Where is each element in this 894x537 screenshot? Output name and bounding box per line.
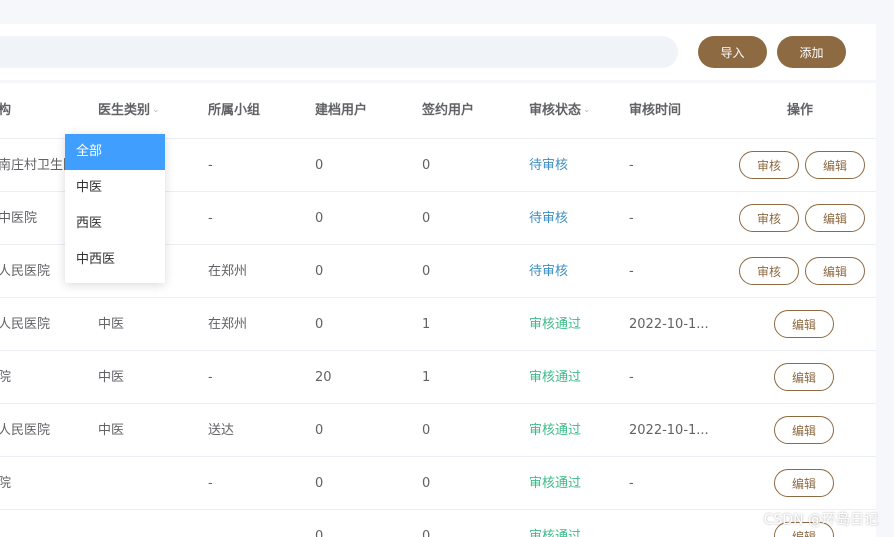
- col-review-time: 审核时间: [629, 103, 682, 118]
- cell-signed-users: 0: [422, 158, 431, 173]
- search-input[interactable]: [0, 36, 678, 68]
- table-row: 院 中医 - 20 1 审核通过 - 编辑: [0, 351, 876, 404]
- col-group: 所属小组: [208, 103, 261, 118]
- cell-group: 在郑州: [208, 317, 248, 332]
- cell-filed-users: 0: [315, 158, 324, 173]
- row-actions: 审核 编辑: [739, 204, 865, 232]
- cell-filed-users: 0: [315, 264, 324, 279]
- cell-signed-users: 0: [422, 423, 431, 438]
- edit-button[interactable]: 编辑: [774, 416, 834, 444]
- cell-review-time: 2022-10-1...: [629, 423, 709, 438]
- col-doctor-type[interactable]: 医生类别 ⌄: [98, 83, 160, 139]
- cell-filed-users: 0: [315, 529, 324, 537]
- cell-review-status: 审核通过: [529, 370, 582, 385]
- row-actions: 编辑: [774, 416, 834, 444]
- cell-review-time: -: [629, 476, 634, 491]
- cell-group: [208, 510, 308, 537]
- cell-institution: 院: [0, 476, 12, 491]
- col-institution: 构: [0, 103, 12, 118]
- cell-group: -: [208, 370, 213, 385]
- cell-review-time: -: [629, 158, 634, 173]
- col-signed-users: 签约用户: [422, 103, 475, 118]
- edit-button[interactable]: 编辑: [774, 310, 834, 338]
- cell-group: -: [208, 158, 213, 173]
- cell-group: 送达: [208, 423, 235, 438]
- col-actions: 操作: [787, 103, 814, 118]
- cell-group: 在郑州: [208, 264, 248, 279]
- cell-doctor-type: [98, 457, 198, 510]
- col-review-status[interactable]: 审核状态 ⌄: [529, 83, 591, 139]
- cell-signed-users: 1: [422, 370, 431, 385]
- cell-review-status: 待审核: [529, 264, 569, 279]
- edit-button[interactable]: 编辑: [805, 204, 865, 232]
- cell-doctor-type: 中医: [98, 423, 125, 438]
- cell-institution: [0, 510, 90, 537]
- cell-filed-users: 0: [315, 476, 324, 491]
- cell-group: -: [208, 476, 213, 491]
- col-doctor-type-label: 医生类别: [98, 103, 151, 118]
- cell-institution: 人民医院: [0, 423, 51, 438]
- edit-button[interactable]: 编辑: [774, 363, 834, 391]
- cell-filed-users: 0: [315, 317, 324, 332]
- cell-review-status: 待审核: [529, 158, 569, 173]
- cell-review-time: -: [629, 264, 634, 279]
- cell-signed-users: 0: [422, 211, 431, 226]
- table-row: 人民医院 中医 送达 0 0 审核通过 2022-10-1... 编辑: [0, 404, 876, 457]
- edit-button[interactable]: 编辑: [805, 257, 865, 285]
- watermark: CSDN @环岛日记: [763, 512, 878, 528]
- cell-signed-users: 0: [422, 476, 431, 491]
- row-actions: 编辑: [774, 363, 834, 391]
- cell-doctor-type: [98, 510, 198, 537]
- cell-review-status: 待审核: [529, 211, 569, 226]
- col-filed-users: 建档用户: [315, 103, 368, 118]
- cell-review-time: -: [629, 370, 634, 385]
- cell-doctor-type: 中医: [98, 317, 125, 332]
- dropdown-option-integrated[interactable]: 中西医: [65, 242, 165, 278]
- review-button[interactable]: 审核: [739, 257, 799, 285]
- cell-signed-users: 1: [422, 317, 431, 332]
- import-button[interactable]: 导入: [698, 36, 767, 68]
- cell-review-status: 审核通过: [529, 476, 582, 491]
- review-button[interactable]: 审核: [739, 151, 799, 179]
- row-actions: 编辑: [774, 310, 834, 338]
- edit-button[interactable]: 编辑: [774, 469, 834, 497]
- add-button[interactable]: 添加: [777, 36, 846, 68]
- cell-filed-users: 0: [315, 423, 324, 438]
- cell-review-status: 审核通过: [529, 529, 582, 537]
- dropdown-option-western[interactable]: 西医: [65, 206, 165, 242]
- chevron-down-icon[interactable]: ⌄: [152, 106, 160, 115]
- review-button[interactable]: 审核: [739, 204, 799, 232]
- edit-button[interactable]: 编辑: [805, 151, 865, 179]
- cell-signed-users: 0: [422, 529, 431, 537]
- cell-doctor-type: 中医: [98, 370, 125, 385]
- cell-group: -: [208, 211, 213, 226]
- cell-institution: 院: [0, 370, 12, 385]
- cell-institution: 人民医院: [0, 317, 51, 332]
- cell-review-status: 审核通过: [529, 423, 582, 438]
- chevron-down-icon[interactable]: ⌄: [583, 106, 591, 115]
- doctor-type-dropdown: 全部 中医 西医 中西医: [65, 134, 165, 283]
- cell-review-status: 审核通过: [529, 317, 582, 332]
- table-header: 构 医生类别 ⌄ 所属小组 建档用户 签约用户 审核状态 ⌄ 审核时间 操作: [0, 83, 876, 139]
- dropdown-option-all[interactable]: 全部: [65, 134, 165, 170]
- cell-review-time: -: [629, 211, 634, 226]
- row-actions: 审核 编辑: [739, 257, 865, 285]
- row-actions: 审核 编辑: [739, 151, 865, 179]
- cell-signed-users: 0: [422, 264, 431, 279]
- table-row: 人民医院 中医 在郑州 0 1 审核通过 2022-10-1... 编辑: [0, 298, 876, 351]
- table-row: 0 0 审核通过 编辑: [0, 510, 876, 537]
- cell-filed-users: 0: [315, 211, 324, 226]
- cell-filed-users: 20: [315, 370, 332, 385]
- cell-review-time: [629, 510, 719, 537]
- dropdown-option-tcm[interactable]: 中医: [65, 170, 165, 206]
- table-row: 院 - 0 0 审核通过 - 编辑: [0, 457, 876, 510]
- col-review-status-label: 审核状态: [529, 103, 582, 118]
- row-actions: 编辑: [774, 469, 834, 497]
- cell-review-time: 2022-10-1...: [629, 317, 709, 332]
